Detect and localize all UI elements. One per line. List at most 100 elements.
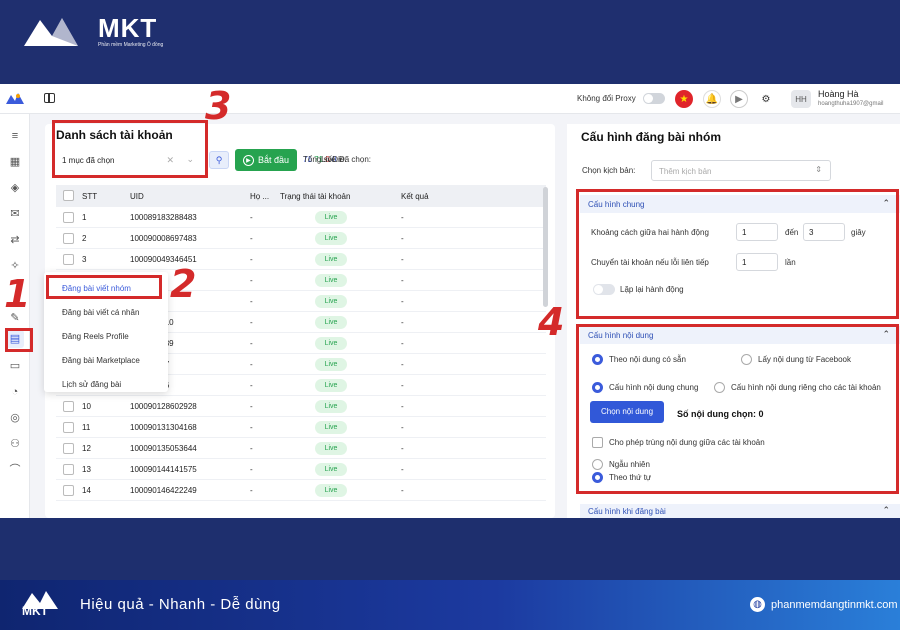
menu-item-marketplace[interactable]: Đăng bài Marketplace (62, 356, 140, 365)
menu-item-history[interactable]: Lịch sử đăng bài (62, 380, 121, 389)
scrollbar[interactable] (543, 187, 548, 307)
row-result: - (401, 360, 404, 369)
table-row[interactable]: 14 100090146422249 - Live - (56, 480, 546, 501)
row-result: - (401, 381, 404, 390)
config-title: Cấu hình đăng bài nhóm (581, 130, 721, 144)
table-row[interactable]: 3 100090049346451- Live - (56, 249, 546, 270)
mail-icon[interactable]: ✉ (9, 208, 21, 220)
more-icon[interactable]: ⌒ (9, 464, 21, 476)
column-header[interactable]: Họ ... (250, 192, 269, 201)
row-checkbox[interactable] (63, 464, 74, 475)
row-checkbox[interactable] (63, 233, 74, 244)
add-user-icon[interactable]: ⚇ (9, 438, 21, 450)
highlight-group-post-menu (46, 275, 162, 299)
table-row[interactable]: 10 100090128602928 - Live - (56, 396, 546, 417)
dashboard-icon[interactable]: ▦ (9, 156, 21, 168)
table-row[interactable]: 2 100090008697483 - Live - (56, 228, 546, 249)
menu-item-reels[interactable]: Đăng Reels Profile (62, 332, 129, 341)
row-result: - (401, 444, 404, 453)
footer-website[interactable]: phanmemdangtinmkt.com (771, 599, 898, 611)
row-stt: 2 (82, 234, 87, 243)
row-name: - (250, 255, 253, 264)
vietnam-flag-icon[interactable]: ★ (675, 90, 693, 108)
row-result: - (401, 465, 404, 474)
message-icon[interactable]: ▭ (9, 360, 21, 372)
mountain-logo-icon (24, 18, 78, 46)
row-checkbox[interactable] (63, 422, 74, 433)
footer-banner: MKT Hiệu quả - Nhanh - Dễ dùng ◍ phanmem… (0, 580, 900, 630)
annotation-1: 1 (4, 272, 31, 316)
menu-icon[interactable]: ≡ (9, 130, 21, 142)
row-checkbox[interactable] (63, 485, 74, 496)
post-header-label: Cấu hình khi đăng bài (588, 507, 666, 516)
play-circle-icon: ▶ (242, 154, 254, 166)
highlight-account-select (52, 120, 208, 178)
row-checkbox[interactable] (63, 401, 74, 412)
bell-icon[interactable]: 🔔 (703, 90, 721, 108)
gear-icon[interactable]: ⚙ (757, 90, 775, 108)
column-header[interactable]: Kết quả (401, 192, 429, 201)
select-all-checkbox[interactable] (63, 190, 74, 201)
chevron-up-icon[interactable]: ⌃ (882, 505, 890, 516)
column-header[interactable]: UID (130, 192, 144, 201)
play-icon[interactable]: ▶ (730, 90, 748, 108)
brand-band: MKT Phần mềm Marketing Ô đồng (0, 0, 900, 82)
account-stats: Tổng số: 71 Live: 71 Die: 0 Đã chọn: 0 (303, 155, 371, 164)
status-badge: Live (315, 379, 347, 392)
row-name: - (250, 381, 253, 390)
table-row[interactable]: 1 100089183288483 - Live - (56, 207, 546, 228)
table-row[interactable]: 12 100090135053644 - Live - (56, 438, 546, 459)
app-header: Không đổi Proxy ★ 🔔 ▶ ⚙ HH Hoàng Hà hoan… (0, 84, 900, 114)
row-checkbox[interactable] (63, 254, 74, 265)
globe-icon: ◍ (750, 597, 765, 612)
status-badge: Live (315, 358, 347, 371)
column-header[interactable]: STT (82, 192, 97, 201)
row-uid: 100090146422249 (130, 486, 197, 495)
post-section-header[interactable]: Cấu hình khi đăng bài ⌃ (580, 504, 900, 518)
row-uid: 100090135053644 (130, 444, 197, 453)
row-name: - (250, 465, 253, 474)
row-uid: 100089183288483 (130, 213, 197, 222)
menu-item-personal-post[interactable]: Đăng bài viết cá nhân (62, 308, 139, 317)
status-badge: Live (315, 463, 347, 476)
comment-icon[interactable]: ◔ (9, 386, 21, 398)
row-name: - (250, 276, 253, 285)
row-name: - (250, 297, 253, 306)
row-checkbox[interactable] (63, 212, 74, 223)
start-button[interactable]: ▶ Bắt đầu (235, 149, 297, 171)
row-uid: 100090144141575 (130, 465, 197, 474)
status-badge: Live (315, 232, 347, 245)
row-uid: 100090008697483 (130, 234, 197, 243)
row-result: - (401, 234, 404, 243)
sync-icon[interactable]: ⇄ (9, 234, 21, 246)
table-row[interactable]: 13 100090144141575 - Live - (56, 459, 546, 480)
avatar[interactable]: HH (791, 90, 811, 108)
row-result: - (401, 213, 404, 222)
row-stt: 14 (82, 486, 91, 495)
filter-button[interactable]: ⚲ (209, 151, 229, 169)
table-row[interactable]: 11 100090131304168 - Live - (56, 417, 546, 438)
start-label: Bắt đầu (257, 155, 290, 165)
row-stt: 3 (82, 255, 87, 264)
row-stt: 12 (82, 444, 91, 453)
layers-icon[interactable]: ◈ (9, 182, 21, 194)
status-badge: Live (315, 211, 347, 224)
row-stt: 10 (82, 402, 91, 411)
row-result: - (401, 255, 404, 264)
magic-icon[interactable]: ✧ (9, 260, 21, 272)
script-placeholder: Thêm kịch bản (659, 167, 712, 176)
row-result: - (401, 402, 404, 411)
row-result: - (401, 297, 404, 306)
row-stt: 13 (82, 465, 91, 474)
highlight-content-config (576, 324, 899, 494)
chat-icon[interactable]: ◎ (9, 412, 21, 424)
column-header[interactable]: Trạng thái tài khoản (280, 192, 350, 201)
annotation-3: 3 (205, 84, 232, 128)
script-select[interactable]: Thêm kịch bản ⇕ (651, 160, 831, 181)
status-badge: Live (315, 316, 347, 329)
row-checkbox[interactable] (63, 443, 74, 454)
sidebar: ≡ ▦ ◈ ✉ ⇄ ✧ ✎ ▤ ▭ ◔ ◎ ⚇ ⌒ (0, 114, 30, 518)
status-badge: Live (315, 337, 347, 350)
sidebar-toggle-icon[interactable] (44, 93, 55, 103)
proxy-toggle[interactable] (643, 93, 665, 104)
